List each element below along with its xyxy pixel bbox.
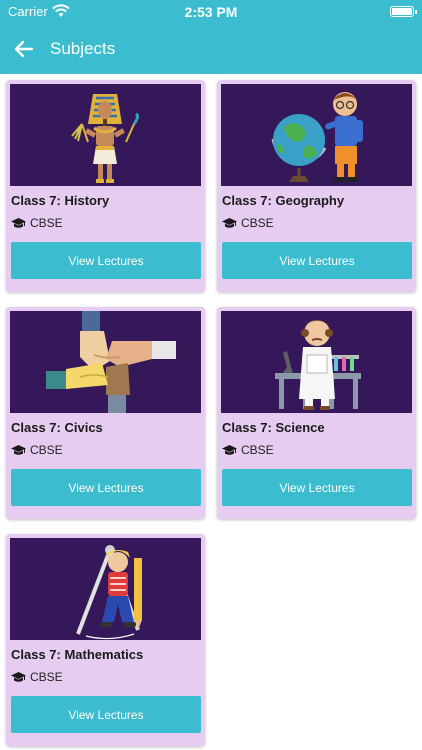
view-lectures-button[interactable]: View Lectures (11, 469, 201, 506)
subject-title: Class 7: History (11, 193, 110, 208)
view-lectures-button[interactable]: View Lectures (222, 469, 412, 506)
pharaoh-illustration (10, 84, 201, 186)
page-title: Subjects (50, 39, 116, 58)
graduation-cap-icon (222, 445, 237, 455)
subject-title: Class 7: Science (222, 420, 325, 435)
boy-with-globe-illustration (221, 84, 412, 186)
battery-icon (390, 6, 417, 17)
status-bar: Carrier 2:53 PM (0, 0, 422, 24)
subject-title: Class 7: Mathematics (11, 647, 144, 662)
board-label: CBSE (241, 443, 274, 457)
scientist-illustration (221, 311, 412, 413)
board-label: CBSE (30, 216, 63, 230)
board-label: CBSE (30, 670, 63, 684)
subject-card-civics[interactable]: Class 7: Civics CBSE View Lectures (6, 307, 205, 519)
subject-card-science[interactable]: Class 7: Science CBSE View Lectures (217, 307, 416, 519)
clock: 2:53 PM (184, 4, 238, 20)
board-label: CBSE (241, 216, 274, 230)
board-label: CBSE (30, 443, 63, 457)
subject-title: Class 7: Civics (11, 420, 103, 435)
view-lectures-button[interactable]: View Lectures (11, 242, 201, 279)
subject-card-history[interactable]: Class 7: History CBSE View Lectures (6, 80, 205, 292)
view-lectures-button[interactable]: View Lectures (11, 696, 201, 733)
back-arrow-icon[interactable] (12, 37, 36, 61)
subject-card-mathematics[interactable]: Class 7: Mathematics CBSE View Lectures (6, 534, 205, 746)
graduation-cap-icon (222, 218, 237, 228)
graduation-cap-icon (11, 672, 26, 682)
joined-hands-illustration (10, 311, 201, 413)
subject-title: Class 7: Geography (222, 193, 345, 208)
app-bar: Subjects (0, 24, 422, 74)
kid-with-compass-illustration (10, 538, 201, 640)
view-lectures-button[interactable]: View Lectures (222, 242, 412, 279)
graduation-cap-icon (11, 445, 26, 455)
subject-card-geography[interactable]: Class 7: Geography CBSE View Lectures (217, 80, 416, 292)
graduation-cap-icon (11, 218, 26, 228)
